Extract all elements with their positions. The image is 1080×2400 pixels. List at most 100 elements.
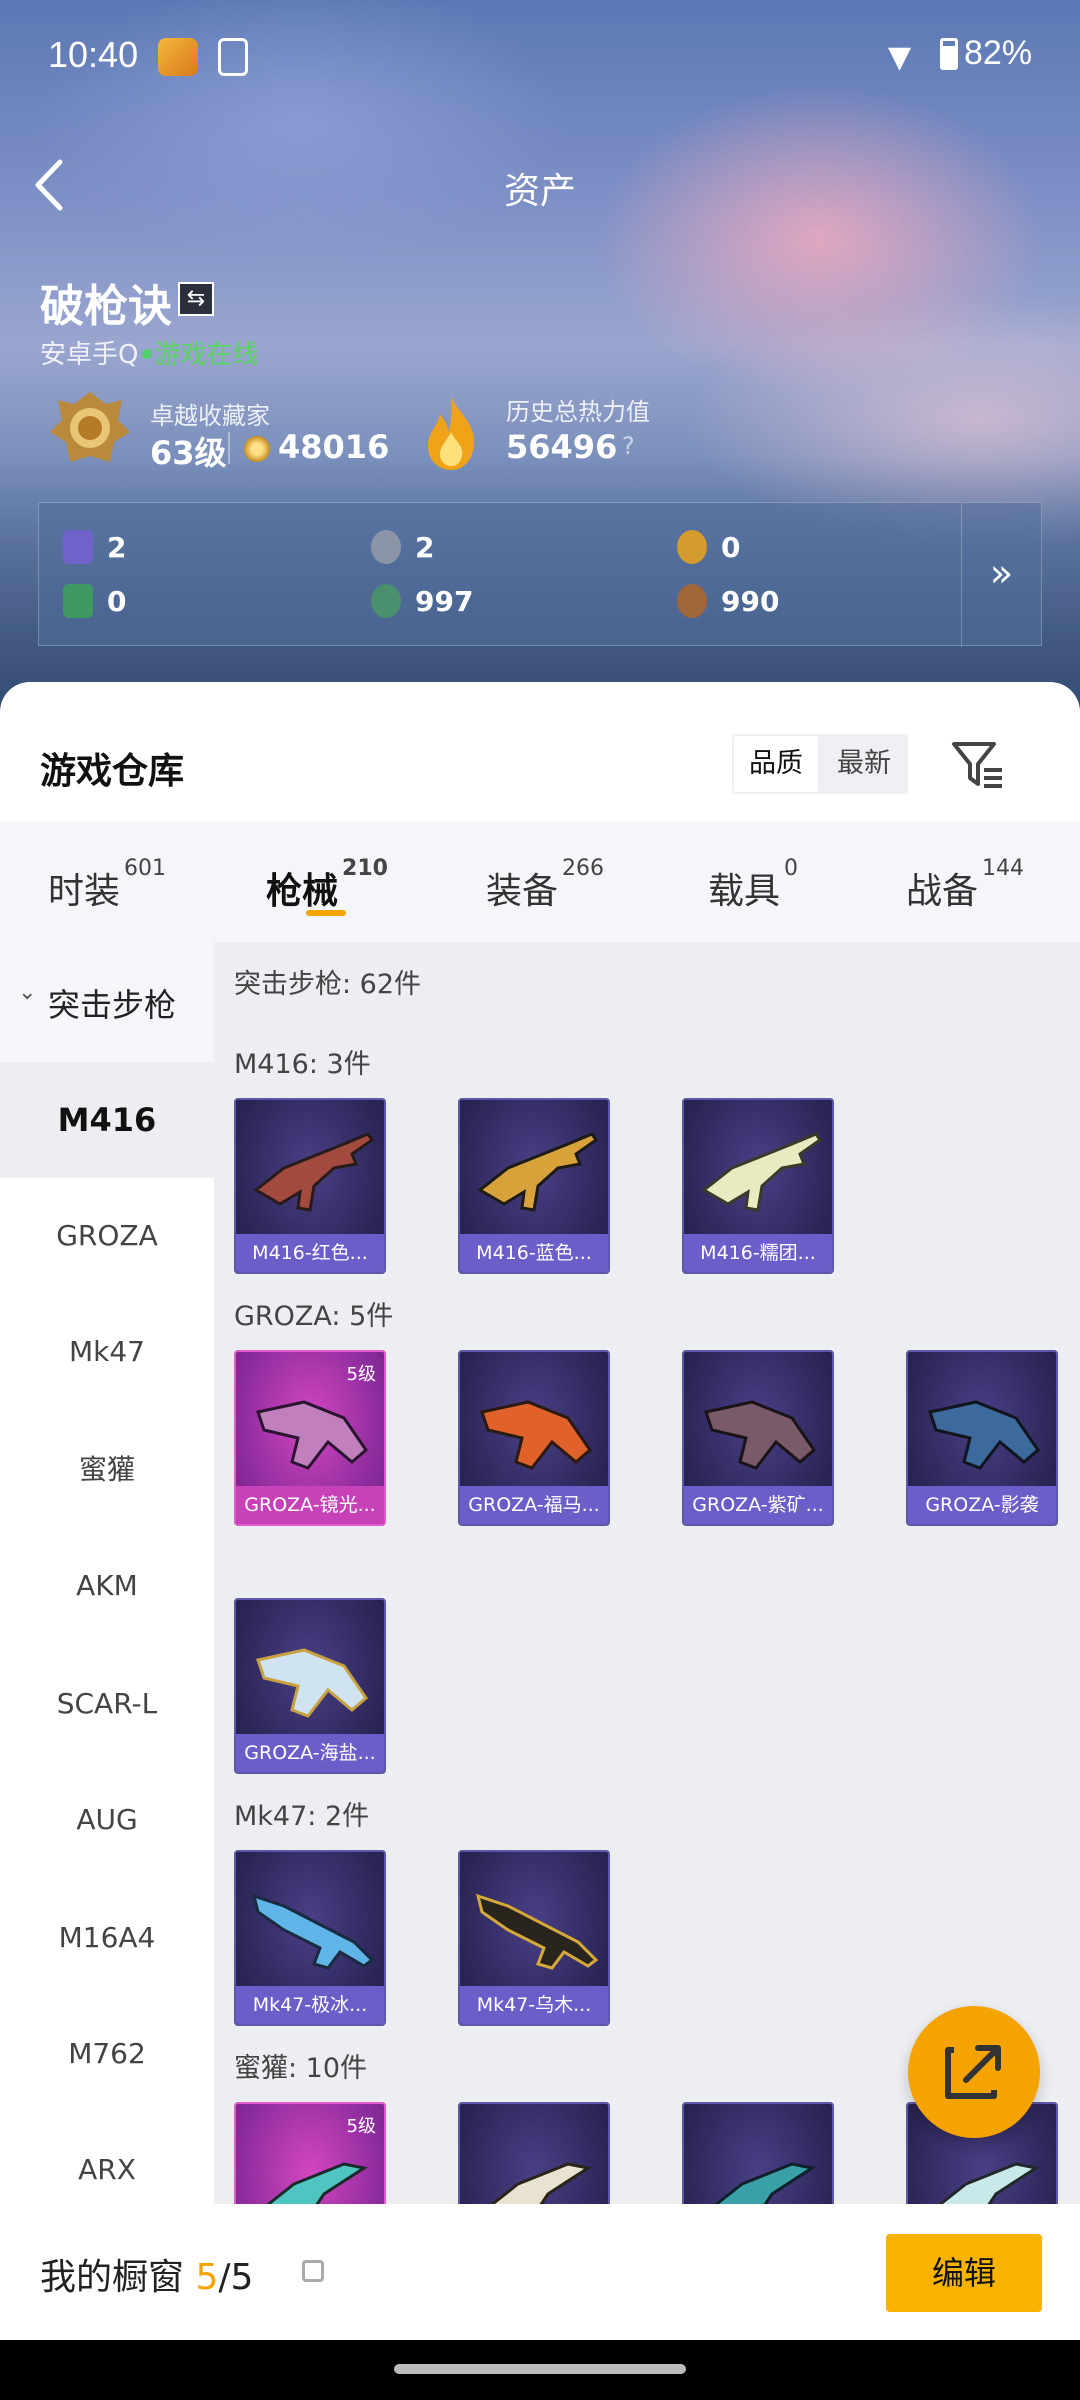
currency-item: 0 (677, 527, 740, 567)
sort-newest-button[interactable]: 最新 (822, 736, 906, 792)
weapon-card[interactable]: 5级 GROZA-镜光... (234, 1350, 386, 1526)
rifle-icon (256, 1400, 368, 1470)
rifle-icon (704, 1400, 816, 1470)
weapon-name: GROZA-镜光... (236, 1486, 384, 1524)
sort-toggle: 品质 最新 (732, 734, 908, 794)
user-name: 破枪诀 (40, 281, 172, 332)
weapon-card[interactable]: GROZA-福马... (458, 1350, 610, 1526)
weapon-name: Mk47-乌木... (460, 1986, 608, 2024)
rifle-icon (701, 1132, 823, 1212)
tab-label: 枪械 (266, 871, 339, 912)
online-status: 游戏在线 (154, 340, 259, 370)
weapon-name: Mk47-极冰... (236, 1986, 384, 2024)
weapon-name: M416-蓝色... (460, 1234, 608, 1272)
showcase-current: 5 (195, 2257, 219, 2298)
weapon-sidebar: ⌄ 突击步枪 M416 GROZA Mk47 蜜獾 AKM SCAR-L AUG… (0, 942, 214, 2342)
sidebar-item-m762[interactable]: M762 (0, 1996, 214, 2112)
rank-level: 63级 (150, 434, 227, 472)
showcase-total: /5 (218, 2257, 254, 2298)
weapon-card[interactable]: Mk47-极冰... (234, 1850, 386, 2026)
tab-guns[interactable]: 枪械210 (266, 856, 388, 914)
sidebar-item-scar-l[interactable]: SCAR-L (0, 1646, 214, 1762)
green-orb-icon (371, 584, 401, 618)
tab-count: 601 (124, 856, 167, 881)
weapon-card[interactable]: Mk47-乌木... (458, 1850, 610, 2026)
double-chevron-right-icon: » (989, 551, 1014, 595)
currency-item: 2 (63, 527, 126, 567)
sort-quality-button[interactable]: 品质 (734, 736, 818, 792)
weapon-card[interactable]: M416-蓝色... (458, 1098, 610, 1274)
sidebar-item-m416[interactable]: M416 (0, 1062, 214, 1178)
weapon-name: M416-糯团... (684, 1234, 832, 1272)
tab-equipment[interactable]: 装备266 (486, 856, 604, 914)
weapon-name: GROZA-影袭 (908, 1486, 1056, 1524)
sidebar-item-aug[interactable]: AUG (0, 1762, 214, 1878)
tab-vehicles[interactable]: 载具0 (708, 856, 798, 914)
help-icon[interactable]: ? (622, 432, 635, 460)
platform-info: 安卓手Q 游戏在线 (40, 334, 258, 371)
lock-icon (302, 2260, 324, 2282)
heat-value: 56496 (506, 428, 618, 466)
chevron-down-icon: ⌄ (18, 980, 37, 1005)
game-app-icon (158, 38, 198, 76)
tab-count: 144 (982, 856, 1025, 881)
category-label: 突击步枪 (48, 986, 177, 1024)
green-card-icon (63, 584, 93, 618)
share-button[interactable] (908, 2006, 1040, 2138)
weapon-card[interactable]: GROZA-海盐... (234, 1598, 386, 1774)
weapon-name: GROZA-紫矿... (684, 1486, 832, 1524)
coin-value: 48016 (278, 428, 390, 466)
section-title: GROZA: 5件 (234, 1301, 394, 1332)
weapon-card[interactable]: M416-糯团... (682, 1098, 834, 1274)
rank-title: 卓越收藏家 (150, 402, 270, 430)
section-title: M416: 3件 (234, 1049, 371, 1080)
switch-account-icon[interactable]: ⇆ (178, 282, 214, 316)
rifle-icon (256, 1648, 368, 1718)
sidebar-item-m16a4[interactable]: M16A4 (0, 1880, 214, 1996)
rifle-icon (475, 1893, 599, 1970)
more-currencies-button[interactable]: » (961, 503, 1041, 647)
tab-label: 战备 (906, 871, 979, 912)
rifle-icon (480, 1400, 592, 1470)
weapon-name: GROZA-海盐... (236, 1734, 384, 1772)
tab-label: 载具 (708, 871, 781, 912)
active-tab-indicator (306, 910, 346, 916)
weapon-card[interactable]: GROZA-紫矿... (682, 1350, 834, 1526)
filter-icon[interactable] (950, 738, 1006, 790)
showcase-label: 我的橱窗 5/5 (40, 2248, 253, 2300)
bronze-orb-icon (677, 584, 707, 618)
tab-gear[interactable]: 战备144 (906, 856, 1024, 914)
currency-value: 997 (415, 584, 474, 618)
sidebar-item-groza[interactable]: GROZA (0, 1178, 214, 1294)
sidebar-item-akm[interactable]: AKM (0, 1528, 214, 1644)
share-icon (945, 2045, 1001, 2099)
tab-fashion[interactable]: 时装601 (48, 856, 166, 914)
tab-label: 时装 (48, 871, 121, 912)
summary-title: 突击步枪: 62件 (234, 969, 422, 1000)
sidebar-item-honey-badger[interactable]: 蜜獾 (0, 1412, 214, 1528)
category-header[interactable]: ⌄ 突击步枪 (0, 942, 214, 1062)
rifle-icon (477, 1132, 599, 1212)
purple-card-icon (63, 530, 93, 564)
page-title: 资产 (503, 171, 576, 212)
weapon-card[interactable]: GROZA-影袭 (906, 1350, 1058, 1526)
coin-icon (244, 436, 270, 462)
rifle-icon (251, 1893, 375, 1970)
battery-percent: 82% (964, 34, 1033, 72)
edit-button[interactable]: 编辑 (886, 2234, 1042, 2312)
weapon-name: GROZA-福马... (460, 1486, 608, 1524)
sidebar-item-mk47[interactable]: Mk47 (0, 1294, 214, 1410)
tab-count: 210 (342, 856, 388, 881)
currency-item: 990 (677, 581, 779, 621)
phone-sync-icon (218, 38, 248, 76)
tab-count: 0 (784, 856, 799, 881)
currency-item: 997 (371, 581, 473, 621)
heat-title: 历史总热力值 (506, 398, 650, 426)
gold-badge-icon (677, 530, 707, 564)
silver-badge-icon (371, 530, 401, 564)
weapon-card[interactable]: M416-红色... (234, 1098, 386, 1274)
currency-value: 0 (721, 530, 741, 564)
rifle-icon (253, 1132, 375, 1212)
currency-value: 2 (107, 530, 127, 564)
home-gesture-bar[interactable] (394, 2364, 686, 2374)
